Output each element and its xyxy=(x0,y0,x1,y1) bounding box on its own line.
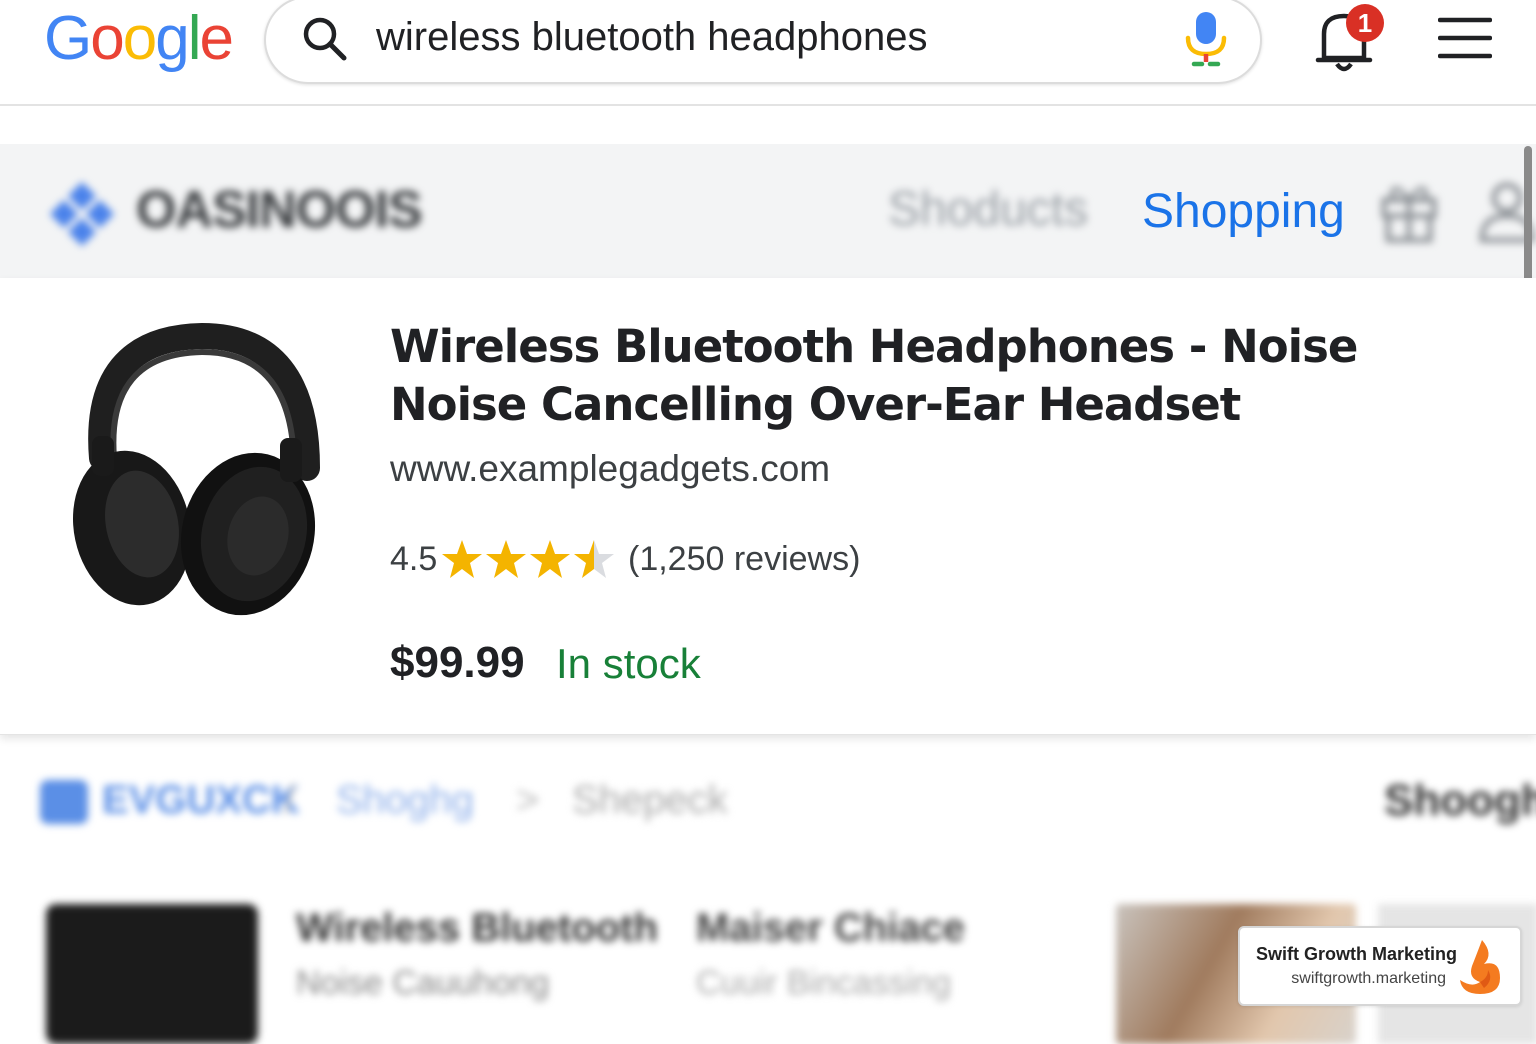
watermark-badge: Swift Growth Marketing swiftgrowth.marke… xyxy=(1238,926,1522,1006)
related-subtitle: Cuuir Bincassing xyxy=(696,964,952,1002)
top-bar: Google wireless bluetooth headphones 1 xyxy=(0,0,1536,106)
related-subtitle: Noise Cauuhong xyxy=(296,964,550,1002)
breadcrumb-item[interactable]: EVGUXCK xyxy=(102,778,300,823)
brand-logo-icon[interactable] xyxy=(42,178,122,248)
notifications-button[interactable]: 1 xyxy=(1310,4,1386,76)
nav-item-products[interactable]: Shoducts xyxy=(888,182,1088,237)
search-bar[interactable]: wireless bluetooth headphones xyxy=(264,0,1262,84)
gift-icon[interactable] xyxy=(1378,178,1440,244)
breadcrumb-item[interactable]: Shepeck xyxy=(572,778,728,823)
logo-letter: G xyxy=(44,4,92,73)
star-icon xyxy=(530,540,570,578)
logo-letter: g xyxy=(155,4,190,73)
product-price: $99.99 xyxy=(390,638,525,687)
search-icon[interactable] xyxy=(300,14,350,64)
logo-letter: o xyxy=(90,4,125,73)
breadcrumb-right-label[interactable]: Shoogh xyxy=(1384,776,1536,826)
rating-value: 4.5 xyxy=(390,540,438,578)
stock-status: In stock xyxy=(556,640,701,687)
logo-letter: e xyxy=(199,4,234,73)
brand-name[interactable]: OASINOOIS xyxy=(136,180,423,240)
star-icon xyxy=(442,540,482,578)
related-title[interactable]: Maiser Chiace xyxy=(696,906,965,951)
logo-letter: o xyxy=(122,4,158,73)
nav-item-shopping[interactable]: Shopping xyxy=(1142,184,1345,239)
google-logo[interactable]: Google xyxy=(44,4,234,74)
breadcrumb: EVGUXCK / Shoghg > Shepeck Shoogh xyxy=(40,772,1536,832)
headphones-product-image[interactable] xyxy=(62,318,322,618)
mic-icon[interactable] xyxy=(1180,8,1232,72)
product-url[interactable]: www.examplegadgets.com xyxy=(390,448,830,490)
related-title[interactable]: Wireless Bluetooth xyxy=(296,906,658,951)
watermark-url: swiftgrowth.marketing xyxy=(1291,970,1446,987)
notification-count-badge: 1 xyxy=(1346,4,1384,42)
logo-letter: l xyxy=(187,4,202,73)
half-star-icon xyxy=(574,540,614,578)
star-icon xyxy=(486,540,526,578)
star-rating xyxy=(442,540,614,578)
search-input[interactable]: wireless bluetooth headphones xyxy=(376,12,928,62)
review-count[interactable]: (1,250 reviews) xyxy=(628,540,860,579)
breadcrumb-separator: / xyxy=(284,778,296,822)
hamburger-menu-icon[interactable] xyxy=(1438,16,1492,60)
breadcrumb-separator: > xyxy=(516,778,540,822)
bird-icon xyxy=(40,780,88,824)
fox-logo-icon xyxy=(1460,940,1500,994)
breadcrumb-item[interactable]: Shoghg xyxy=(336,778,474,823)
watermark-name: Swift Growth Marketing xyxy=(1256,944,1458,964)
product-title[interactable]: Wireless Bluetooth Headphones - Noise No… xyxy=(390,318,1390,434)
related-thumbnail[interactable] xyxy=(46,904,258,1044)
